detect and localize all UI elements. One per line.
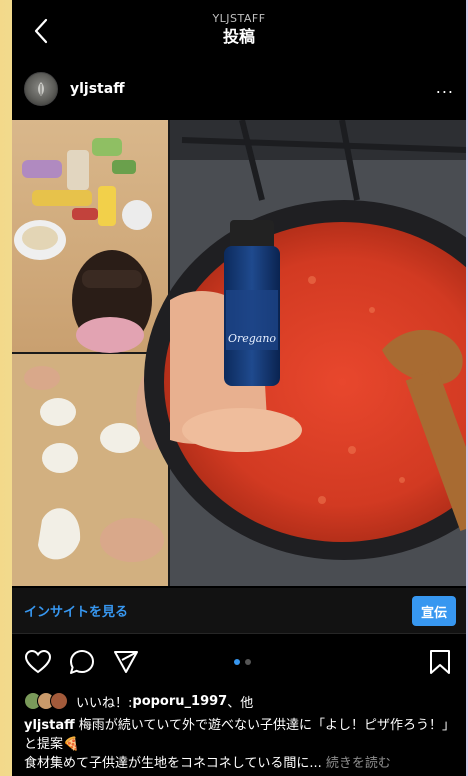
caption-line-1: 梅雨が続いていて外で遊べない子供達に「よし！ピザ作ろう！」と提案🍕 xyxy=(24,718,456,752)
liker-username[interactable]: poporu_1997 xyxy=(132,694,227,709)
author-username[interactable]: yljstaff xyxy=(70,81,125,97)
caption-line-2: 食材集めて子供達が生地をコネコネしている間に... xyxy=(24,756,322,771)
post-image[interactable]: Oregano xyxy=(12,120,466,586)
insight-bar: インサイトを見る 宣伝 xyxy=(12,588,466,634)
page-title: 投稿 xyxy=(222,27,255,46)
read-more-link[interactable]: 続きを読む xyxy=(322,756,391,771)
top-bar: YLJSTAFF 投稿 xyxy=(12,0,466,60)
leaf-logo-icon xyxy=(38,82,44,96)
avatar[interactable] xyxy=(24,72,58,106)
header-title-group: YLJSTAFF 投稿 xyxy=(212,12,265,48)
bottle-label: Oregano xyxy=(228,332,276,345)
heart-icon[interactable] xyxy=(24,648,52,676)
post-author-row: yljstaff ... xyxy=(12,66,466,112)
chevron-left-icon xyxy=(34,18,48,44)
action-bar xyxy=(12,642,466,682)
carousel-indicator xyxy=(234,659,251,665)
likes-suffix: 、他 xyxy=(227,695,254,711)
comment-icon[interactable] xyxy=(68,648,96,676)
sauce-photo: Oregano xyxy=(144,120,466,586)
likes-prefix: いいね！: xyxy=(76,695,133,711)
ingredients-photo xyxy=(12,120,168,353)
bookmark-icon[interactable] xyxy=(426,648,454,676)
share-icon[interactable] xyxy=(112,648,140,676)
liker-avatars xyxy=(24,692,68,710)
view-insights-link[interactable]: インサイトを見る xyxy=(24,601,128,620)
carousel-dot-active xyxy=(234,659,240,665)
post-caption: yljstaff 梅雨が続いていて外で遊べない子供達に「よし！ピザ作ろう！」と提… xyxy=(24,716,458,773)
post-screen: YLJSTAFF 投稿 yljstaff ... Oregano インサイトを見… xyxy=(12,0,466,776)
header-subtitle: YLJSTAFF xyxy=(212,12,266,25)
liker-avatar xyxy=(50,692,68,710)
back-button[interactable] xyxy=(26,16,56,46)
promote-button[interactable]: 宣伝 xyxy=(412,596,456,626)
carousel-dot xyxy=(245,659,251,665)
caption-username[interactable]: yljstaff xyxy=(24,718,75,733)
likes-row[interactable]: いいね！: poporu_1997 、他 xyxy=(24,690,253,712)
more-options-button[interactable]: ... xyxy=(436,78,454,97)
